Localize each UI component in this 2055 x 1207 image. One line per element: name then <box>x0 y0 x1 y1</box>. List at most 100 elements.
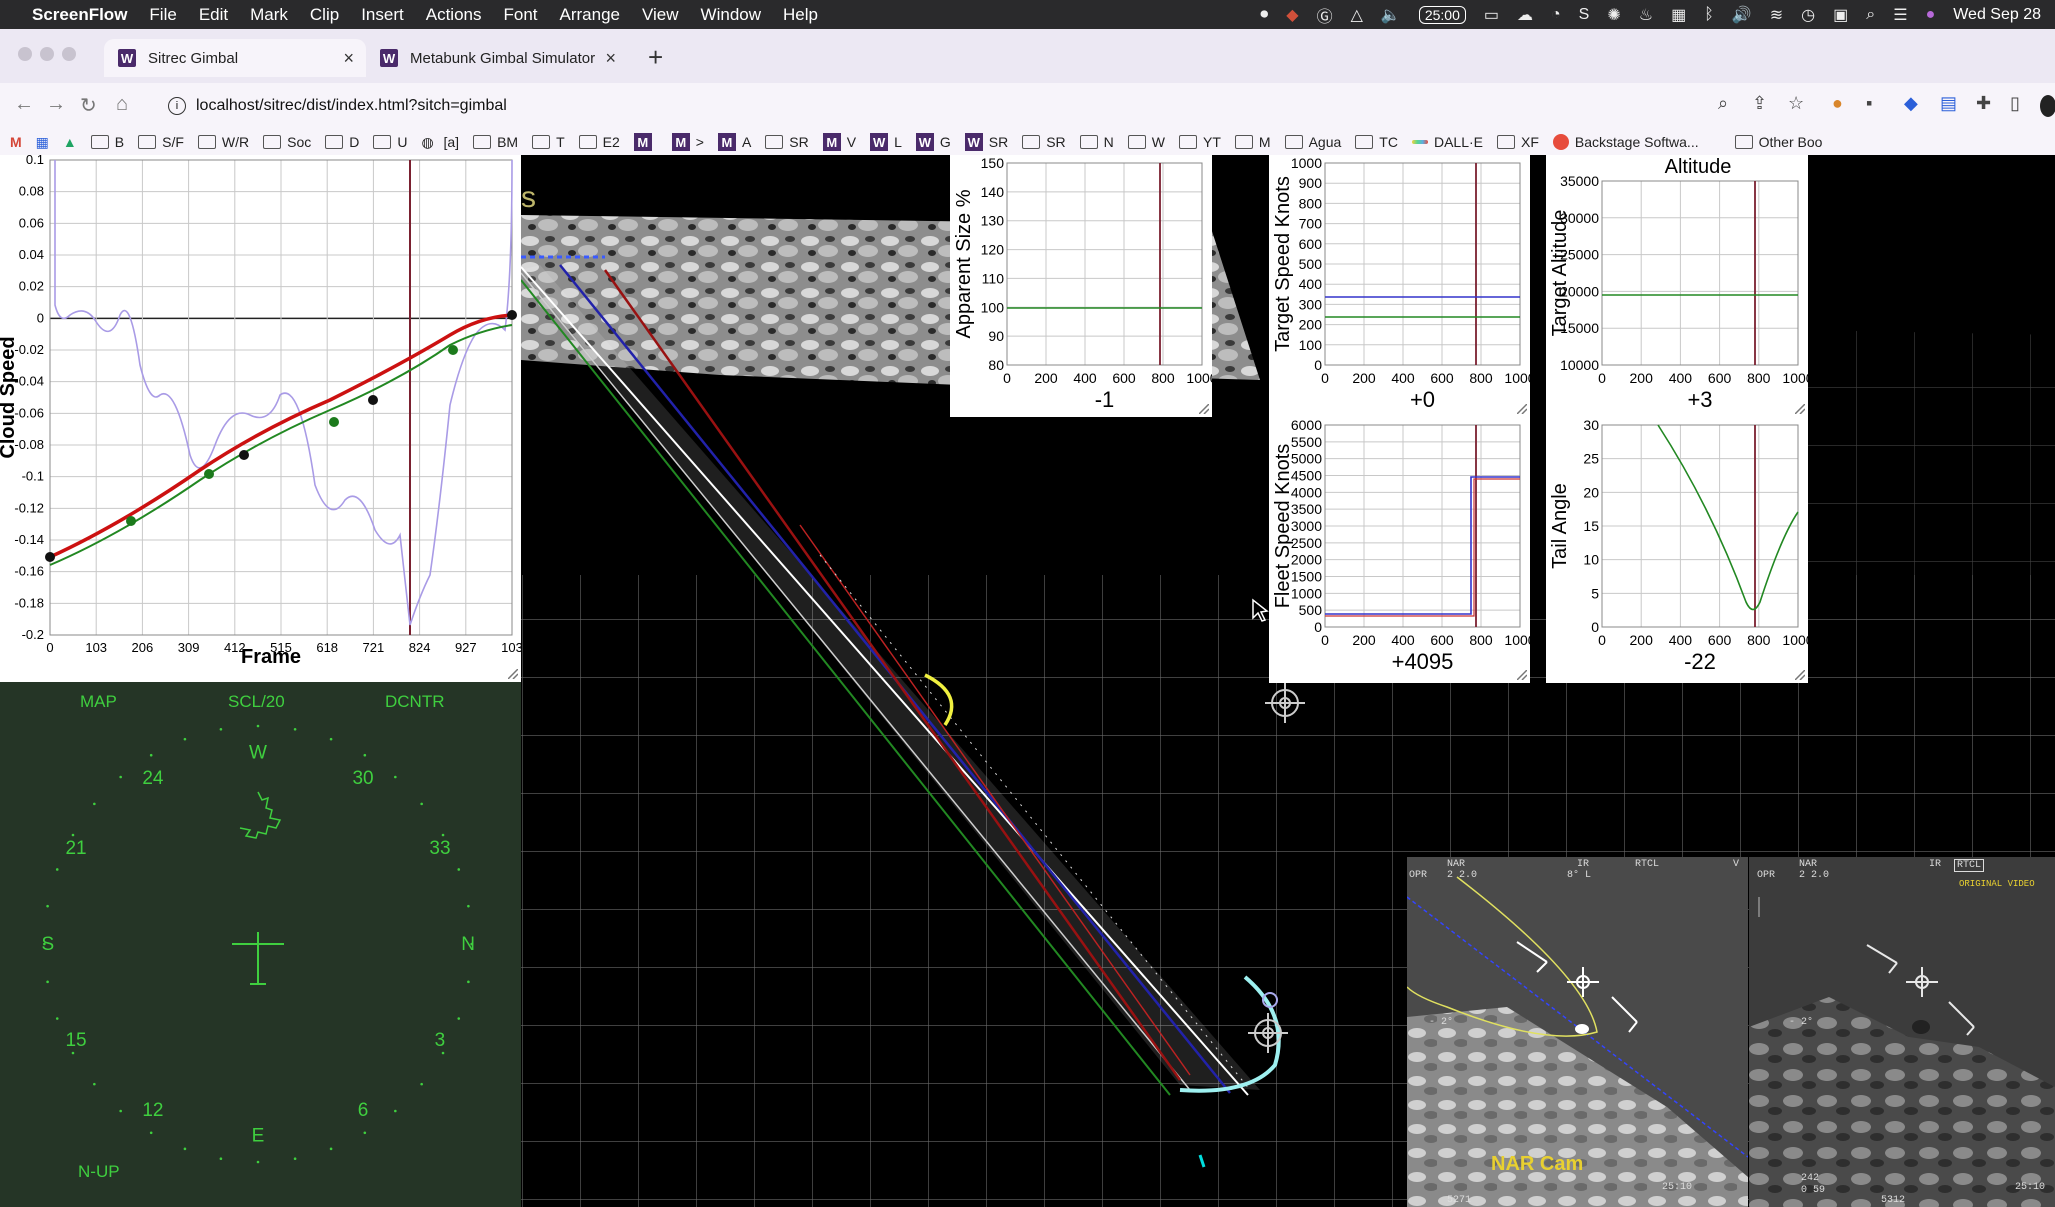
resize-handle-icon[interactable] <box>1517 404 1527 414</box>
back-arrow-icon[interactable]: ← <box>14 93 34 116</box>
record-icon[interactable]: ⏺ <box>1260 6 1268 24</box>
dropbox-icon[interactable]: ◆ <box>1286 5 1298 25</box>
cloud-icon[interactable]: ☁ <box>1517 5 1533 25</box>
menu-item-edit[interactable]: Edit <box>199 5 228 25</box>
home-icon[interactable]: ⌂ <box>116 93 128 116</box>
bluetooth-icon[interactable]: ᛒ <box>1704 6 1714 24</box>
bookmark-item[interactable]: SR <box>1022 133 1066 151</box>
bookmark-item[interactable]: M <box>1234 133 1271 151</box>
tab-metabunk-gimbal-simulator[interactable]: W Metabunk Gimbal Simulator × <box>366 39 628 77</box>
menu-item-arrange[interactable]: Arrange <box>560 5 620 25</box>
keyframe-point[interactable] <box>126 516 136 526</box>
cloud-speed-graph[interactable]: 0.1 0.08 0.06 0.04 0.02 0 -0.02 -0.04 -0.06 -0.08… <box>0 155 523 682</box>
new-tab-button[interactable]: + <box>648 42 663 73</box>
bookmark-item[interactable]: N <box>1079 133 1114 151</box>
menu-item-mark[interactable]: Mark <box>250 5 288 25</box>
menu-item-clip[interactable]: Clip <box>310 5 339 25</box>
nar-cam-view[interactable]: NAR 2 2.0 IR 8° L RTCL OPR V - 2° 25:10 … <box>1407 857 1748 1207</box>
speedometer-icon[interactable]: ◔ <box>1551 6 1561 24</box>
bookmark-item[interactable]: W/R <box>197 133 249 151</box>
zoom-icon[interactable]: ⌕ <box>1718 93 1728 114</box>
bookmark-item[interactable]: W SR <box>964 133 1008 151</box>
bookmark-item[interactable]: MV <box>822 133 856 151</box>
bookmark-item[interactable]: E2 <box>578 133 620 151</box>
speaker-icon[interactable]: 🔊 <box>1732 5 1752 25</box>
keyframe-point[interactable] <box>448 345 458 355</box>
bookmark-item[interactable]: WL <box>870 133 902 151</box>
bookmark-star-icon[interactable]: ☆ <box>1788 93 1804 114</box>
cookie-extension-icon[interactable]: ● <box>1832 93 1843 114</box>
bookmark-item[interactable]: B <box>90 133 124 151</box>
resize-handle-icon[interactable] <box>508 669 518 679</box>
resize-handle-icon[interactable] <box>1517 670 1527 680</box>
close-tab-icon[interactable]: × <box>343 48 354 69</box>
bookmark-item[interactable]: MA <box>717 133 751 151</box>
app-menu[interactable]: ScreenFlow <box>32 5 127 25</box>
reader-extension-icon[interactable]: ▤ <box>1940 93 1957 114</box>
bookmark-item[interactable]: M > <box>671 133 704 151</box>
screen-icon[interactable]: ▣ <box>1833 5 1848 25</box>
wifi-icon[interactable]: ≋ <box>1770 5 1783 25</box>
bookmark-item[interactable]: Soc <box>263 133 311 151</box>
site-info-icon[interactable]: i <box>168 97 186 115</box>
menu-item-help[interactable]: Help <box>783 5 818 25</box>
close-window-button[interactable] <box>18 47 32 61</box>
forward-arrow-icon[interactable]: → <box>46 93 66 116</box>
menu-item-window[interactable]: Window <box>701 5 761 25</box>
bookmark-item[interactable]: BM <box>473 133 518 151</box>
bookmark-item[interactable]: W <box>1127 133 1165 151</box>
apparent-size-graph[interactable]: 150 140 130 120 110 100 90 800 200 400 600 800 1000 A… <box>950 155 1218 417</box>
profile-avatar[interactable] <box>2040 95 2055 117</box>
bookmark-item[interactable]: YT <box>1179 133 1221 151</box>
keyframe-point[interactable] <box>368 395 378 405</box>
bookmark-item[interactable]: SR <box>765 133 809 151</box>
bookmark-item[interactable]: WG <box>915 133 951 151</box>
menu-item-view[interactable]: View <box>642 5 679 25</box>
bookmark-item[interactable]: T <box>532 133 565 151</box>
bookmark-item[interactable]: U <box>373 133 407 151</box>
minimize-window-button[interactable] <box>40 47 54 61</box>
grammarly-icon[interactable]: Ⓖ <box>1317 3 1333 27</box>
butterfly-icon[interactable]: ✺ <box>1607 5 1620 25</box>
gmail-bookmark-icon[interactable]: M <box>10 134 22 150</box>
tab-sitrec-gimbal[interactable]: W Sitrec Gimbal × <box>104 39 366 77</box>
keyframe-point[interactable] <box>507 310 517 320</box>
keyframe-point[interactable] <box>239 450 249 460</box>
bookmark-item[interactable]: D <box>325 133 359 151</box>
bookmark-item[interactable]: M <box>633 133 658 151</box>
fleet-speed-graph[interactable]: 6000 5500 5000 4500 4000 3500 3000 2500 2000 1500… <box>1269 417 1536 683</box>
reload-icon[interactable]: ↻ <box>80 93 97 118</box>
clock-icon[interactable]: ◷ <box>1801 5 1815 25</box>
bookmark-item[interactable]: Other Boo <box>1734 133 1822 151</box>
zoom-window-button[interactable] <box>62 47 76 61</box>
search-icon[interactable]: ⌕ <box>1866 6 1875 24</box>
address-bar[interactable]: i localhost/sitrec/dist/index.html?sitch… <box>168 89 1698 123</box>
menu-item-actions[interactable]: Actions <box>426 5 482 25</box>
extensions-puzzle-icon[interactable]: ✚ <box>1976 93 1991 114</box>
timer-badge[interactable]: 25:00 <box>1418 5 1466 24</box>
bookmark-item[interactable]: XF <box>1496 133 1539 151</box>
extension-icon[interactable]: ▪ <box>1866 93 1872 114</box>
bookmark-item[interactable]: ◍ [a] <box>421 133 459 151</box>
datetime[interactable]: Wed Sep 28 <box>1953 6 2041 24</box>
keyframe-point[interactable] <box>45 552 55 562</box>
bookmark-item[interactable]: TC <box>1355 133 1398 151</box>
flame-icon[interactable]: ♨ <box>1639 5 1653 25</box>
bookmark-item[interactable]: S/F <box>138 133 184 151</box>
keyframe-point[interactable] <box>204 469 214 479</box>
siri-icon[interactable]: ● <box>1926 6 1936 24</box>
control-center-icon[interactable]: ☰ <box>1893 5 1907 25</box>
target-altitude-graph[interactable]: 35000 30000 25000 20000 15000 10000 0 200 400 600… <box>1546 155 1814 417</box>
grid-icon[interactable]: ▦ <box>1671 5 1686 25</box>
resize-handle-icon[interactable] <box>1795 670 1805 680</box>
menu-item-insert[interactable]: Insert <box>361 5 404 25</box>
calendar-bookmark-icon[interactable]: ▦ <box>36 134 49 151</box>
keyframe-point[interactable] <box>329 417 339 427</box>
sidebar-icon[interactable]: ▯ <box>2010 93 2020 114</box>
menu-item-font[interactable]: Font <box>503 5 537 25</box>
menu-item-file[interactable]: File <box>149 5 176 25</box>
drive-bookmark-icon[interactable]: ▲ <box>63 134 77 150</box>
bookmark-item[interactable]: Backstage Softwa... <box>1552 133 1699 151</box>
bookmark-item[interactable]: Agua <box>1284 133 1341 151</box>
s-icon[interactable]: S <box>1579 6 1590 24</box>
